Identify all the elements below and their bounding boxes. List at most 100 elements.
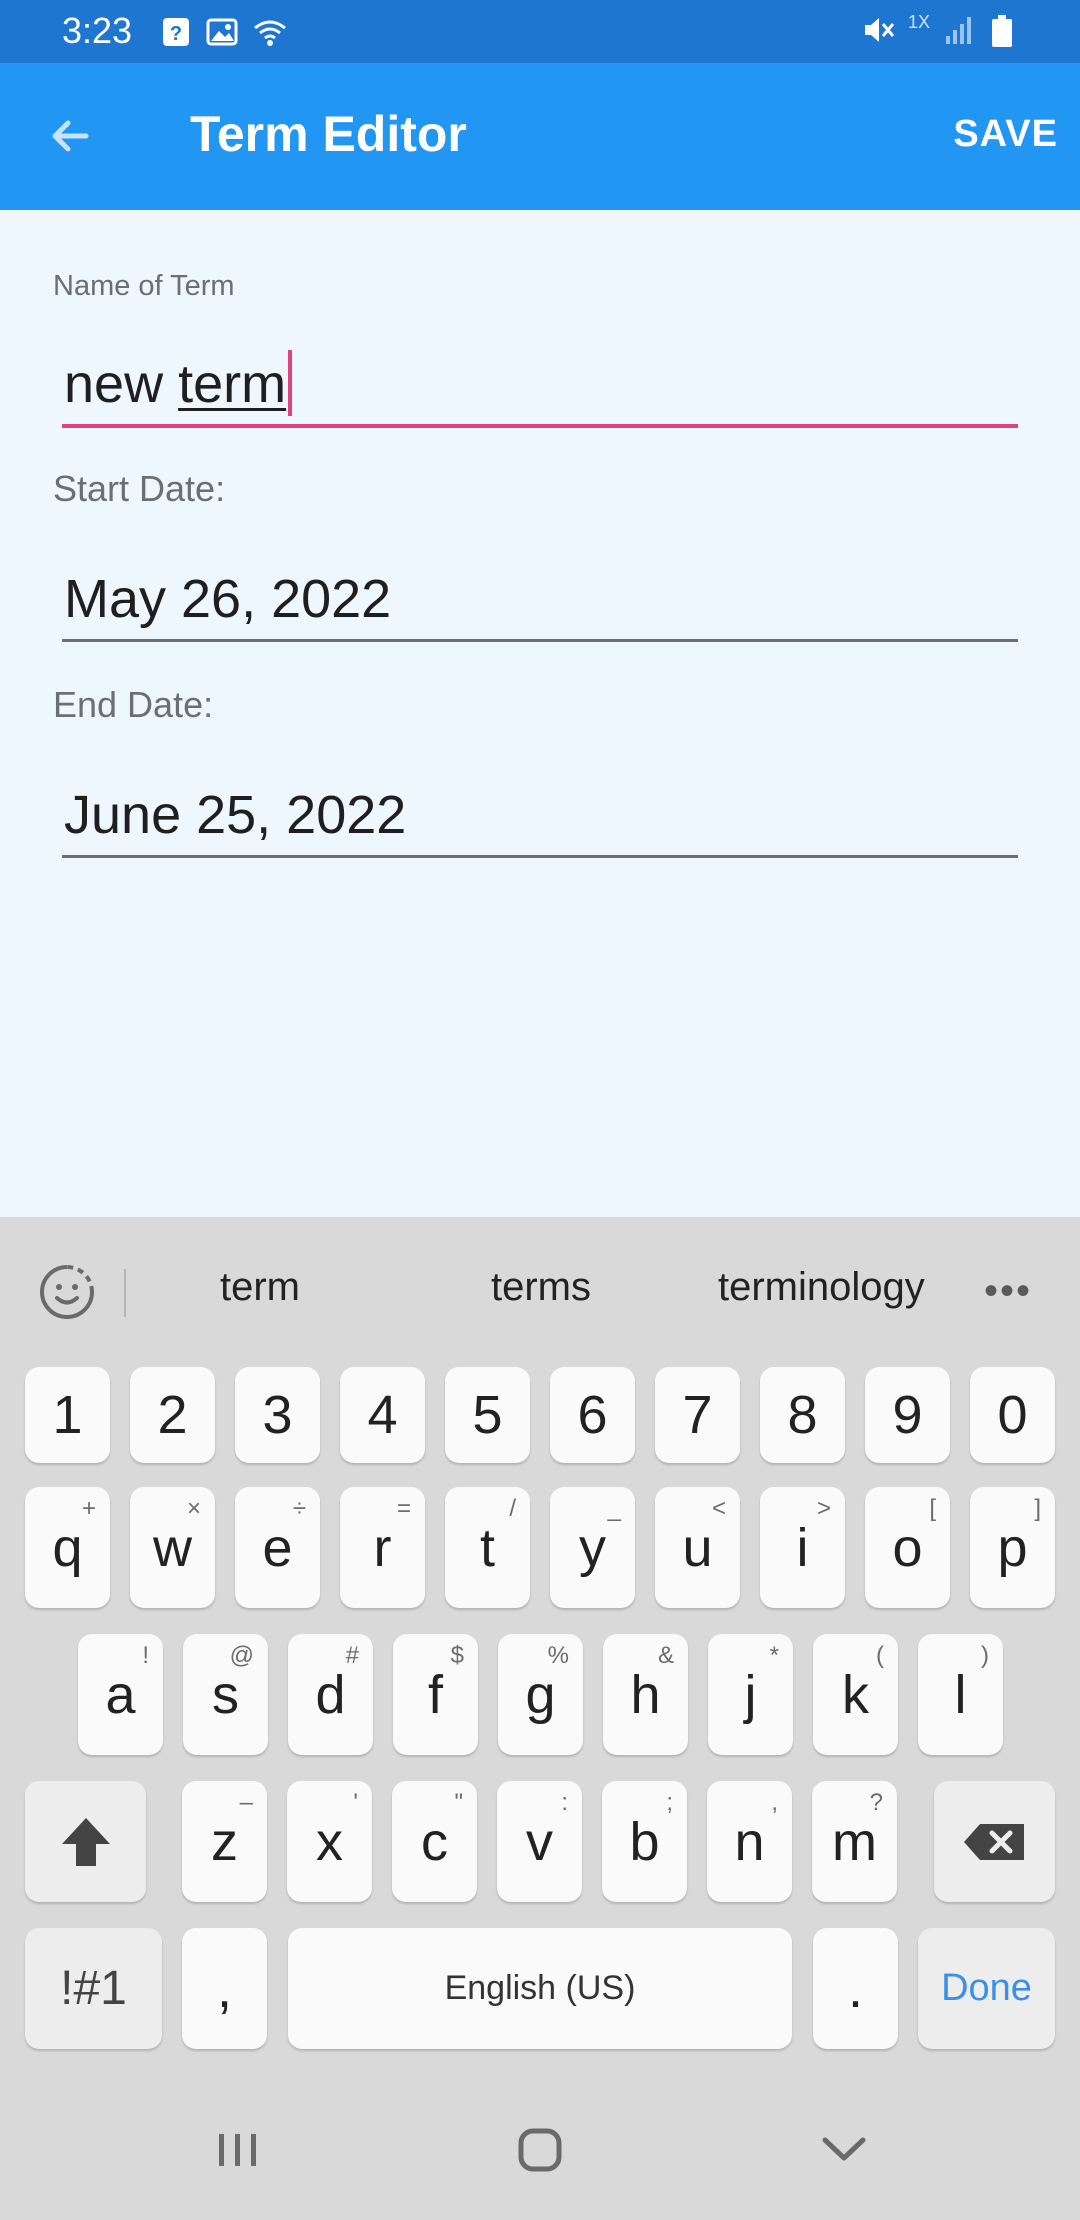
- period-key[interactable]: .: [813, 1928, 898, 2049]
- key-label: x: [316, 1811, 343, 1872]
- suggestion-2[interactable]: terms: [491, 1265, 591, 1310]
- done-key[interactable]: Done: [918, 1928, 1055, 2049]
- key-i[interactable]: i >: [760, 1487, 845, 1608]
- home-button[interactable]: [495, 2110, 585, 2190]
- key-label: y: [579, 1517, 606, 1578]
- image-icon: [206, 16, 238, 48]
- key-2[interactable]: 2: [130, 1367, 215, 1463]
- key-t[interactable]: t /: [445, 1487, 530, 1608]
- key-label: f: [427, 1664, 443, 1725]
- suggestion-1[interactable]: term: [220, 1265, 300, 1310]
- emoji-refresh-button[interactable]: [36, 1261, 98, 1323]
- key-l[interactable]: l): [918, 1634, 1003, 1755]
- key-a[interactable]: a!: [78, 1634, 163, 1755]
- key-label: i: [796, 1517, 809, 1578]
- key-q[interactable]: q +: [25, 1487, 110, 1608]
- key-p[interactable]: p]: [970, 1487, 1055, 1608]
- status-time: 3:23: [62, 10, 133, 51]
- comma-key[interactable]: ,: [182, 1928, 267, 2049]
- key-alt-label: >: [816, 1495, 831, 1522]
- key-alt-label: *: [769, 1642, 779, 1669]
- period-key-label: .: [847, 1958, 863, 2019]
- key-alt-label: ?: [869, 1789, 883, 1816]
- end-date-field[interactable]: June 25, 2022: [62, 768, 1018, 858]
- backspace-key[interactable]: [934, 1781, 1055, 1902]
- back-nav-button[interactable]: [799, 2110, 889, 2190]
- key-alt-label: ': [353, 1789, 358, 1816]
- symbols-key[interactable]: !#1: [25, 1928, 162, 2049]
- key-label: j: [744, 1664, 757, 1725]
- key-8[interactable]: 8: [760, 1367, 845, 1463]
- key-alt-label: ;: [666, 1789, 673, 1816]
- key-alt-label: –: [239, 1789, 253, 1816]
- key-z[interactable]: z –: [182, 1781, 267, 1902]
- key-alt-label: [: [929, 1495, 936, 1522]
- key-b[interactable]: b;: [602, 1781, 687, 1902]
- key-label: 9: [892, 1385, 923, 1445]
- key-label: q: [52, 1517, 83, 1578]
- key-label: u: [682, 1517, 713, 1578]
- term-name-underline: [62, 424, 1018, 428]
- key-9[interactable]: 9: [865, 1367, 950, 1463]
- key-f[interactable]: f $: [393, 1634, 478, 1755]
- key-h[interactable]: h &: [603, 1634, 688, 1755]
- start-date-underline: [62, 639, 1018, 642]
- key-5[interactable]: 5: [445, 1367, 530, 1463]
- key-label: r: [373, 1517, 392, 1578]
- key-x[interactable]: x ': [287, 1781, 372, 1902]
- navigation-bar: [0, 2070, 1080, 2220]
- key-7[interactable]: 7: [655, 1367, 740, 1463]
- key-y[interactable]: y _: [550, 1487, 635, 1608]
- end-date-underline: [62, 855, 1018, 858]
- key-r[interactable]: r =: [340, 1487, 425, 1608]
- key-k[interactable]: k(: [813, 1634, 898, 1755]
- key-label: t: [479, 1517, 495, 1578]
- key-d[interactable]: d #: [288, 1634, 373, 1755]
- shift-key[interactable]: [25, 1781, 146, 1902]
- signal-icon: [944, 14, 976, 46]
- backspace-icon: [963, 1823, 1024, 1860]
- key-1[interactable]: 1: [25, 1367, 110, 1463]
- more-suggestions-button[interactable]: •••: [984, 1269, 1032, 1314]
- suggestion-bar: term terms terminology •••: [0, 1217, 1080, 1367]
- space-key-label: English (US): [444, 1969, 636, 2007]
- home-icon: [518, 2128, 562, 2172]
- key-j[interactable]: j *: [708, 1634, 793, 1755]
- key-v[interactable]: v:: [497, 1781, 582, 1902]
- key-4[interactable]: 4: [340, 1367, 425, 1463]
- key-label: n: [734, 1811, 765, 1872]
- recents-icon: [219, 2134, 256, 2166]
- battery-icon: [990, 14, 1022, 47]
- key-s[interactable]: s @: [183, 1634, 268, 1755]
- key-e[interactable]: e ÷: [235, 1487, 320, 1608]
- key-n[interactable]: n,: [707, 1781, 792, 1902]
- status-right-icons: 1X: [862, 12, 1022, 48]
- key-u[interactable]: u <: [655, 1487, 740, 1608]
- save-button[interactable]: SAVE: [953, 113, 1058, 156]
- key-alt-label: ": [454, 1789, 463, 1816]
- symbols-key-label: !#1: [60, 1961, 127, 2015]
- key-0[interactable]: 0: [970, 1367, 1055, 1463]
- key-m[interactable]: m?: [812, 1781, 897, 1902]
- composing-text: term: [178, 354, 287, 414]
- space-key[interactable]: English (US): [288, 1928, 792, 2049]
- key-3[interactable]: 3: [235, 1367, 320, 1463]
- key-6[interactable]: 6: [550, 1367, 635, 1463]
- comma-key-label: ,: [216, 1958, 232, 2019]
- key-o[interactable]: o[: [865, 1487, 950, 1608]
- suggestion-3[interactable]: terminology: [718, 1265, 925, 1310]
- start-date-field[interactable]: May 26, 2022: [62, 552, 1018, 642]
- key-c[interactable]: c ": [392, 1781, 477, 1902]
- key-label: c: [421, 1811, 448, 1872]
- recents-button[interactable]: [193, 2110, 283, 2190]
- key-label: 8: [787, 1385, 818, 1445]
- key-label: 7: [682, 1385, 713, 1445]
- back-button[interactable]: [30, 101, 110, 171]
- term-name-input[interactable]: new term: [62, 338, 1018, 428]
- key-label: h: [630, 1664, 661, 1725]
- key-g[interactable]: g%: [498, 1634, 583, 1755]
- suggestion-divider: [124, 1269, 126, 1317]
- key-label: 1: [52, 1385, 83, 1445]
- key-label: d: [315, 1664, 346, 1725]
- key-w[interactable]: w ×: [130, 1487, 215, 1608]
